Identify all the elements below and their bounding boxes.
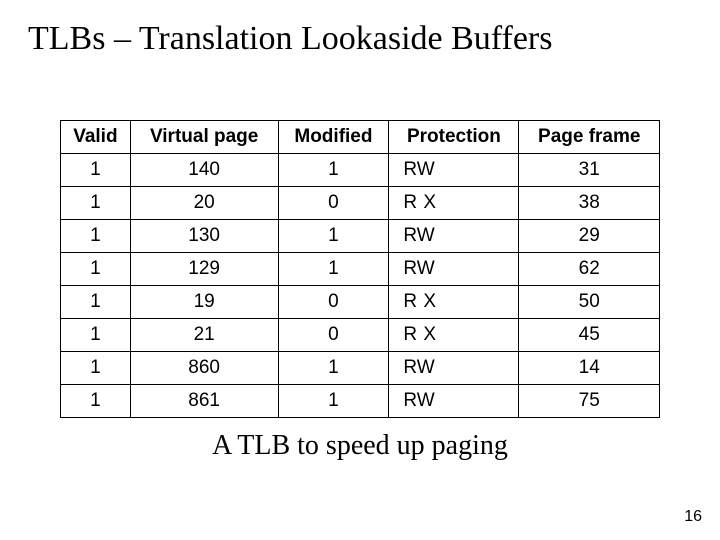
cell-frame: 75	[519, 385, 660, 418]
cell-valid: 1	[61, 220, 131, 253]
table-row: 1 140 1 RW 31	[61, 154, 660, 187]
table-row: 1 19 0 R X 50	[61, 286, 660, 319]
slide-caption: A TLB to speed up paging	[0, 430, 720, 462]
table-row: 1 130 1 RW 29	[61, 220, 660, 253]
col-protection: Protection	[389, 121, 519, 154]
col-modified: Modified	[278, 121, 389, 154]
cell-frame: 14	[519, 352, 660, 385]
cell-mod: 1	[278, 154, 389, 187]
cell-mod: 1	[278, 253, 389, 286]
cell-valid: 1	[61, 187, 131, 220]
cell-vpage: 19	[130, 286, 278, 319]
cell-prot: RW	[389, 385, 519, 418]
table-header-row: Valid Virtual page Modified Protection P…	[61, 121, 660, 154]
cell-valid: 1	[61, 253, 131, 286]
col-virtual-page: Virtual page	[130, 121, 278, 154]
cell-valid: 1	[61, 352, 131, 385]
page-number: 16	[684, 508, 702, 526]
cell-prot: RW	[389, 253, 519, 286]
cell-prot: RW	[389, 352, 519, 385]
cell-frame: 31	[519, 154, 660, 187]
cell-vpage: 860	[130, 352, 278, 385]
col-valid: Valid	[61, 121, 131, 154]
slide: TLBs – Translation Lookaside Buffers Val…	[0, 0, 720, 540]
cell-mod: 0	[278, 187, 389, 220]
cell-mod: 1	[278, 352, 389, 385]
cell-mod: 1	[278, 385, 389, 418]
cell-vpage: 20	[130, 187, 278, 220]
cell-vpage: 130	[130, 220, 278, 253]
cell-frame: 50	[519, 286, 660, 319]
cell-frame: 29	[519, 220, 660, 253]
cell-valid: 1	[61, 286, 131, 319]
table-row: 1 129 1 RW 62	[61, 253, 660, 286]
cell-mod: 1	[278, 220, 389, 253]
cell-vpage: 129	[130, 253, 278, 286]
cell-valid: 1	[61, 319, 131, 352]
cell-frame: 38	[519, 187, 660, 220]
tlb-table-container: Valid Virtual page Modified Protection P…	[60, 120, 660, 418]
cell-mod: 0	[278, 319, 389, 352]
table-row: 1 861 1 RW 75	[61, 385, 660, 418]
slide-title: TLBs – Translation Lookaside Buffers	[0, 20, 720, 58]
table-row: 1 860 1 RW 14	[61, 352, 660, 385]
cell-prot: R X	[389, 286, 519, 319]
cell-vpage: 861	[130, 385, 278, 418]
cell-frame: 45	[519, 319, 660, 352]
table-row: 1 21 0 R X 45	[61, 319, 660, 352]
cell-vpage: 140	[130, 154, 278, 187]
tlb-table: Valid Virtual page Modified Protection P…	[60, 120, 660, 418]
cell-prot: R X	[389, 319, 519, 352]
cell-mod: 0	[278, 286, 389, 319]
cell-prot: RW	[389, 220, 519, 253]
cell-prot: RW	[389, 154, 519, 187]
cell-frame: 62	[519, 253, 660, 286]
cell-valid: 1	[61, 154, 131, 187]
cell-vpage: 21	[130, 319, 278, 352]
col-page-frame: Page frame	[519, 121, 660, 154]
cell-valid: 1	[61, 385, 131, 418]
table-row: 1 20 0 R X 38	[61, 187, 660, 220]
cell-prot: R X	[389, 187, 519, 220]
